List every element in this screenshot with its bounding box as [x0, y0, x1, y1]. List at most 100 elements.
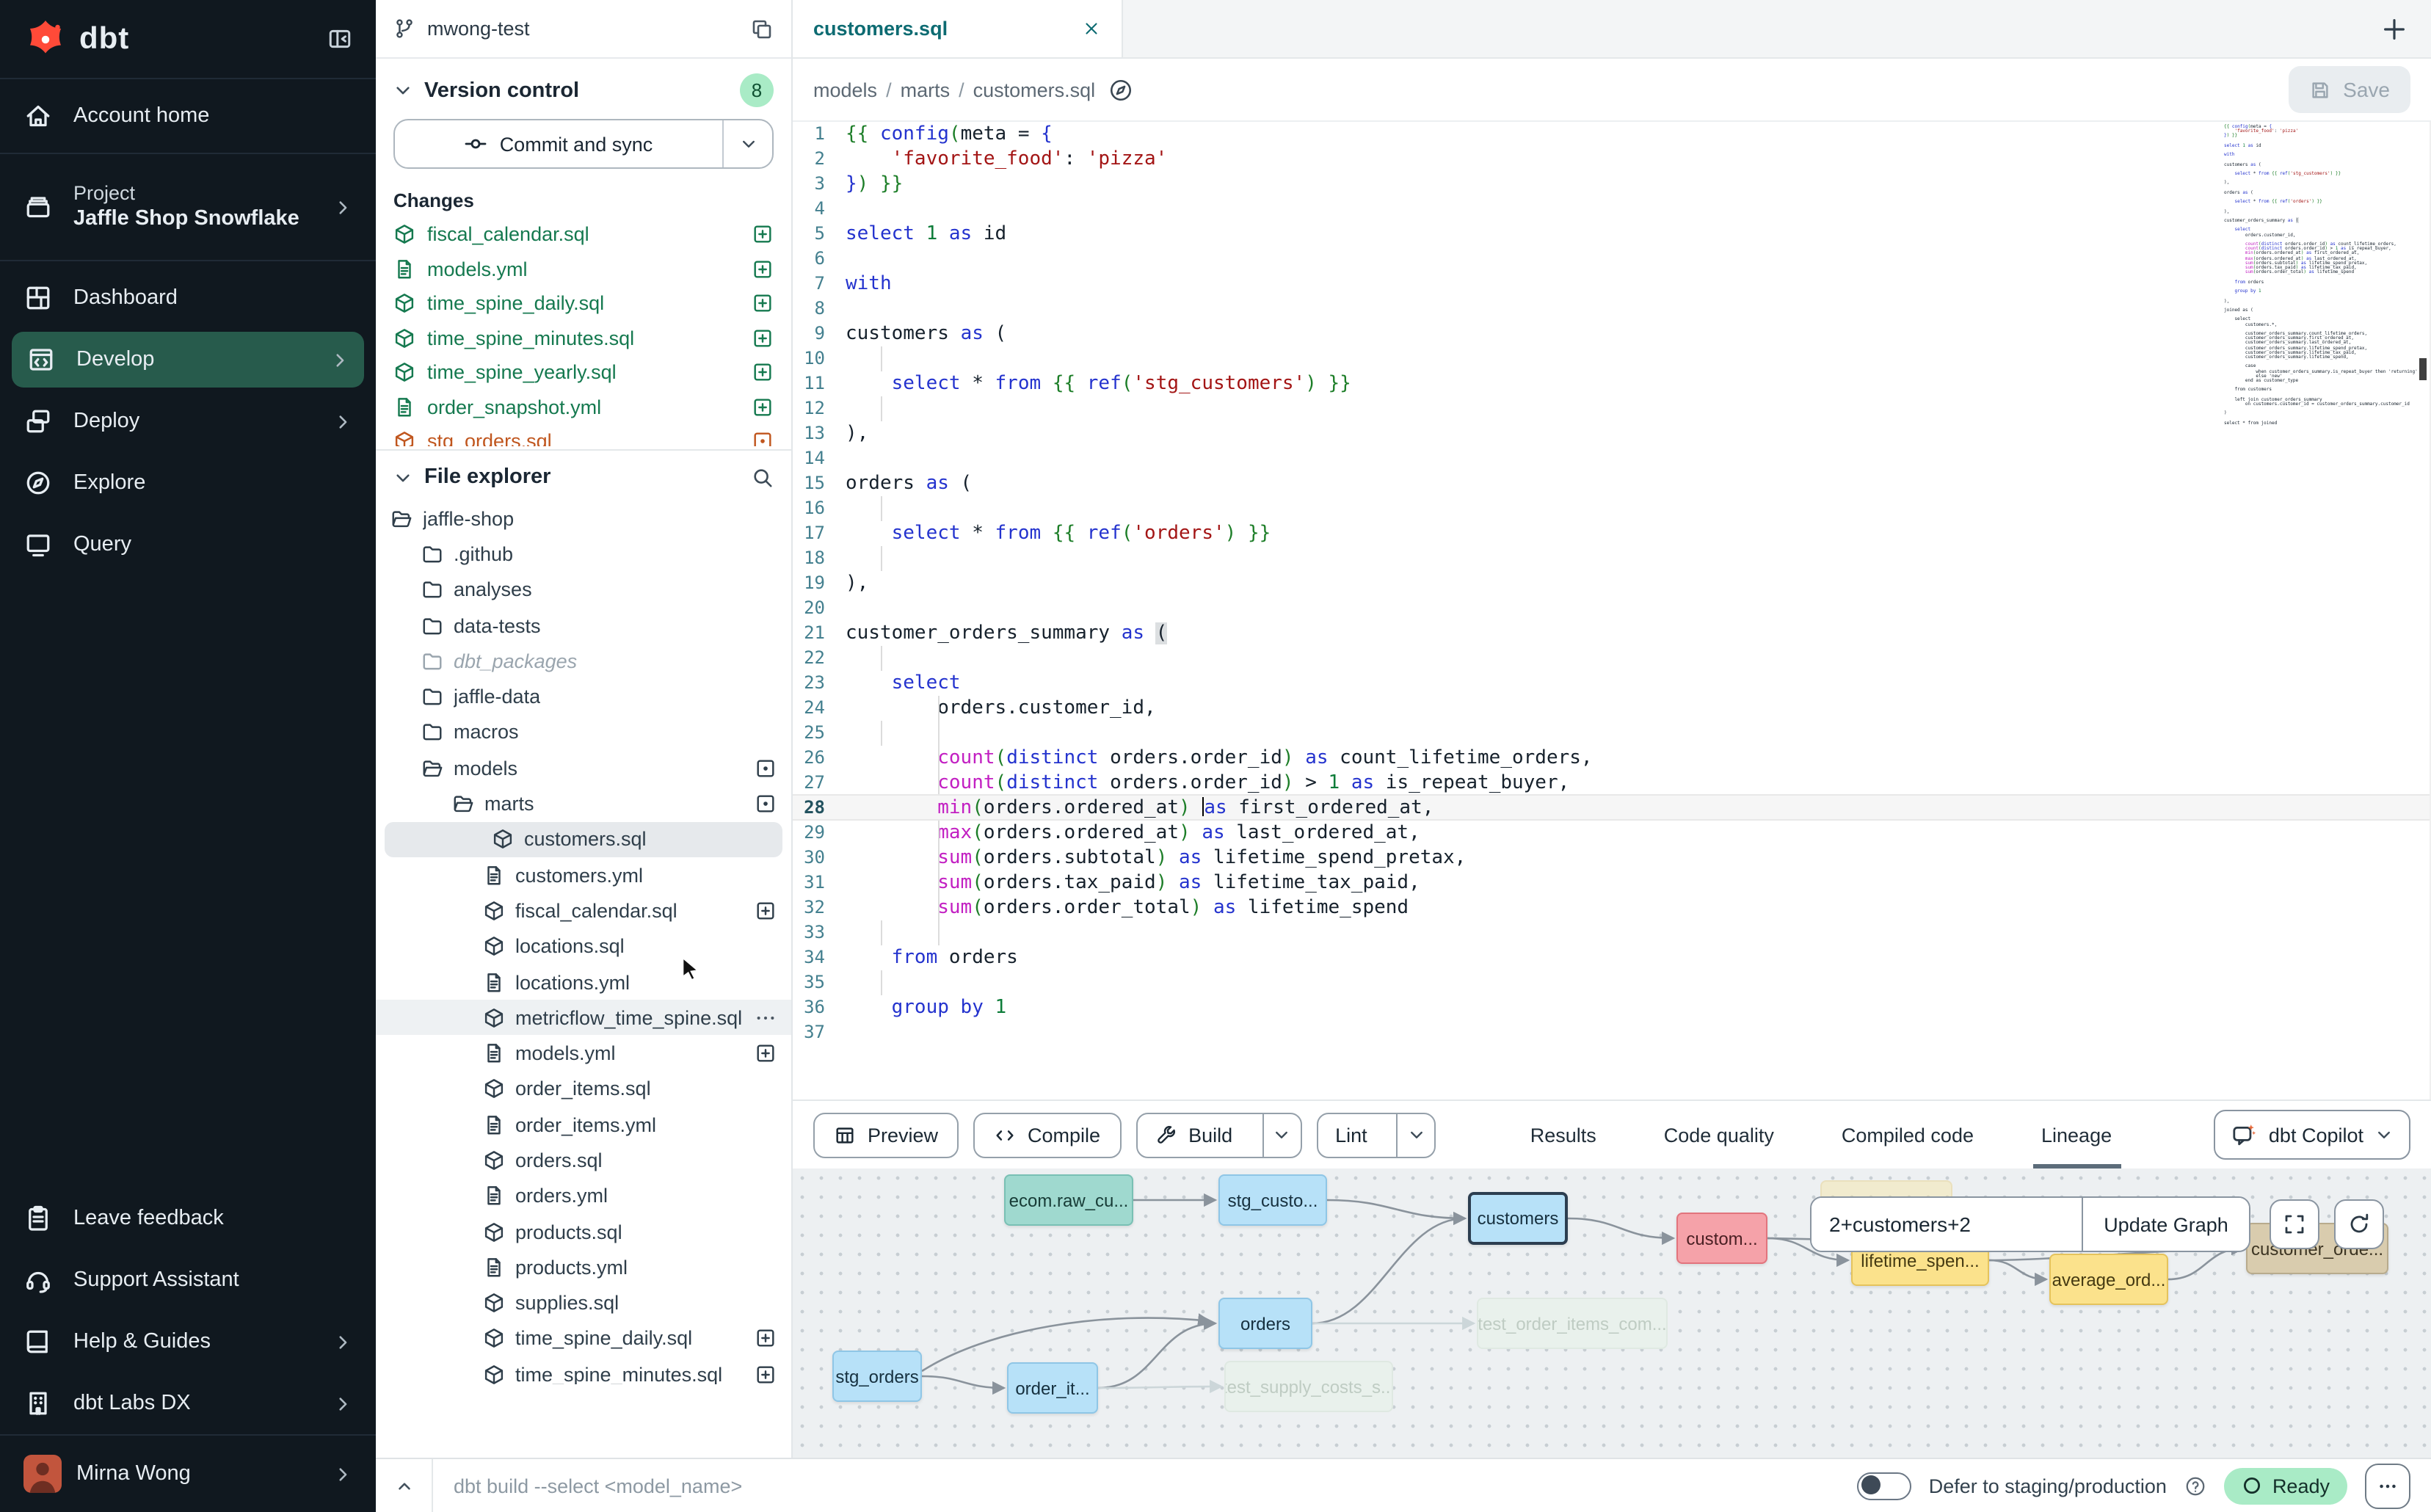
breadcrumb-file[interactable]: customers.sql — [973, 79, 1096, 101]
code-line-30[interactable]: 30 sum(orders.subtotal) as lifetime_spen… — [793, 846, 2430, 871]
new-tab-icon[interactable] — [2381, 15, 2408, 42]
tree-file-orders-yml[interactable]: orders.yml — [376, 1178, 791, 1214]
update-graph-button[interactable]: Update Graph — [2082, 1198, 2249, 1251]
lineage-node-stg_orders[interactable]: stg_orders — [832, 1351, 922, 1402]
breadcrumb-marts[interactable]: marts — [901, 79, 951, 101]
code-editor[interactable]: 1{{ config(meta = {2 'favorite_food': 'p… — [793, 122, 2431, 1100]
change-item[interactable]: time_spine_yearly.sql — [376, 355, 791, 390]
code-line-36[interactable]: 36 group by 1 — [793, 995, 2430, 1020]
tree-file-order-items-sql[interactable]: order_items.sql — [376, 1072, 791, 1108]
code-line-32[interactable]: 32 sum(orders.order_total) as lifetime_s… — [793, 895, 2430, 920]
code-line-2[interactable]: 2 'favorite_food': 'pizza' — [793, 147, 2430, 172]
lineage-compass-icon[interactable] — [1108, 77, 1133, 102]
sidebar-item-develop[interactable]: Develop — [12, 332, 364, 388]
tree-file-products-yml[interactable]: products.yml — [376, 1249, 791, 1285]
code-line-16[interactable]: 16 — [793, 496, 2430, 521]
lint-dropdown[interactable] — [1397, 1113, 1435, 1156]
change-item[interactable]: order_snapshot.yml — [376, 390, 791, 424]
more-options-button[interactable] — [2365, 1463, 2410, 1508]
expand-command-bar-icon[interactable] — [376, 1459, 433, 1512]
build-dropdown[interactable] — [1262, 1113, 1300, 1156]
sidebar-item-query[interactable]: Query — [0, 514, 376, 575]
code-line-33[interactable]: 33 — [793, 920, 2430, 945]
sidebar-item-deploy[interactable]: Deploy — [0, 390, 376, 452]
lint-button[interactable]: Lint — [1316, 1112, 1436, 1157]
code-line-24[interactable]: 24 orders.customer_id, — [793, 696, 2430, 721]
tree-folder-macros[interactable]: macros — [376, 715, 791, 751]
compile-button[interactable]: Compile — [973, 1112, 1121, 1157]
code-line-14[interactable]: 14 — [793, 446, 2430, 471]
lineage-node-test_supply[interactable]: test_supply_costs_s... — [1224, 1361, 1393, 1412]
tree-file-metricflow-time-spine-sql[interactable]: metricflow_time_spine.sql — [376, 1000, 791, 1036]
tree-file-fiscal-calendar-sql[interactable]: fiscal_calendar.sql — [376, 893, 791, 929]
sidebar-item-support-assistant[interactable]: Support Assistant — [0, 1249, 376, 1311]
tree-folder-marts[interactable]: marts — [376, 786, 791, 822]
kebab-menu-icon[interactable] — [755, 1007, 777, 1029]
lineage-graph[interactable]: ecom.raw_cu...stg_custo...customerscusto… — [793, 1168, 2431, 1458]
tree-file-orders-sql[interactable]: orders.sql — [376, 1143, 791, 1179]
code-line-22[interactable]: 22 — [793, 646, 2430, 671]
tab-customers-sql[interactable]: customers.sql — [793, 0, 1123, 57]
editor-minimap[interactable]: {{ config(meta = { 'favorite_food': 'piz… — [2224, 125, 2333, 426]
sidebar-item-dbt-labs-dx[interactable]: dbt Labs DX — [0, 1373, 376, 1434]
code-line-25[interactable]: 25 — [793, 721, 2430, 746]
sidebar-item-leave-feedback[interactable]: Leave feedback — [0, 1188, 376, 1249]
code-line-34[interactable]: 34 from orders — [793, 945, 2430, 970]
change-item[interactable]: time_spine_daily.sql — [376, 286, 791, 321]
tree-file-customers-sql[interactable]: customers.sql — [385, 821, 782, 857]
editor-scrollbar[interactable] — [2419, 358, 2427, 380]
refresh-graph-button[interactable] — [2334, 1199, 2384, 1249]
tree-file-time-spine-daily-sql[interactable]: time_spine_daily.sql — [376, 1321, 791, 1357]
code-line-6[interactable]: 6 — [793, 247, 2430, 272]
sidebar-item-help-guides[interactable]: Help & Guides — [0, 1311, 376, 1373]
commit-and-sync-button[interactable]: Commit and sync — [393, 119, 774, 169]
preview-button[interactable]: Preview — [813, 1112, 959, 1157]
lineage-node-average[interactable]: average_ord... — [2049, 1254, 2168, 1305]
code-line-5[interactable]: 5select 1 as id — [793, 222, 2430, 247]
lineage-node-order_items[interactable]: order_it... — [1007, 1362, 1098, 1414]
help-icon[interactable] — [2184, 1475, 2206, 1497]
chevron-down-icon[interactable] — [393, 468, 413, 487]
code-line-18[interactable]: 18 — [793, 546, 2430, 571]
code-line-7[interactable]: 7with — [793, 272, 2430, 297]
tree-folder-dbt-packages[interactable]: dbt_packages — [376, 643, 791, 679]
save-button[interactable]: Save — [2289, 66, 2410, 113]
code-line-11[interactable]: 11 select * from {{ ref('stg_customers')… — [793, 371, 2430, 396]
code-line-20[interactable]: 20 — [793, 596, 2430, 621]
change-item[interactable]: models.yml — [376, 252, 791, 286]
tree-folder--github[interactable]: .github — [376, 537, 791, 573]
code-line-15[interactable]: 15orders as ( — [793, 471, 2430, 496]
code-line-13[interactable]: 13), — [793, 421, 2430, 446]
change-item[interactable]: fiscal_calendar.sql — [376, 217, 791, 252]
code-line-10[interactable]: 10 — [793, 346, 2430, 371]
code-line-17[interactable]: 17 select * from {{ ref('orders') }} — [793, 521, 2430, 546]
change-item[interactable]: time_spine_minutes.sql — [376, 321, 791, 355]
code-line-1[interactable]: 1{{ config(meta = { — [793, 122, 2430, 147]
code-line-27[interactable]: 27 count(distinct orders.order_id) > 1 a… — [793, 771, 2430, 796]
code-line-3[interactable]: 3}) }} — [793, 172, 2430, 197]
code-line-35[interactable]: 35 — [793, 970, 2430, 995]
code-line-28[interactable]: 28 min(orders.ordered_at) as first_order… — [793, 794, 2430, 821]
tree-file-customers-yml[interactable]: customers.yml — [376, 857, 791, 893]
code-line-31[interactable]: 31 sum(orders.tax_paid) as lifetime_tax_… — [793, 871, 2430, 895]
code-line-8[interactable]: 8 — [793, 297, 2430, 321]
lineage-node-custom[interactable]: custom... — [1676, 1213, 1767, 1264]
code-line-4[interactable]: 4 — [793, 197, 2430, 222]
code-line-29[interactable]: 29 max(orders.ordered_at) as last_ordere… — [793, 821, 2430, 846]
code-line-21[interactable]: 21customer_orders_summary as ( — [793, 621, 2430, 646]
tree-file-time-spine-minutes-sql[interactable]: time_spine_minutes.sql — [376, 1356, 791, 1384]
lineage-node-test_order_items[interactable]: test_order_items_com... — [1477, 1298, 1668, 1349]
tree-folder-models[interactable]: models — [376, 750, 791, 786]
breadcrumb-models[interactable]: models — [813, 79, 877, 101]
copy-branch-icon[interactable] — [750, 17, 774, 40]
build-button[interactable]: Build — [1135, 1112, 1301, 1157]
code-line-23[interactable]: 23 select — [793, 671, 2430, 696]
tree-file-supplies-sql[interactable]: supplies.sql — [376, 1285, 791, 1321]
tree-folder-jaffle-data[interactable]: jaffle-data — [376, 679, 791, 715]
change-item[interactable]: stg_orders.sql — [376, 424, 791, 446]
fullscreen-button[interactable] — [2270, 1199, 2319, 1249]
close-tab-icon[interactable] — [1082, 19, 1101, 38]
tree-file-locations-yml[interactable]: locations.yml — [376, 964, 791, 1000]
code-line-26[interactable]: 26 count(distinct orders.order_id) as co… — [793, 746, 2430, 771]
chevron-down-icon[interactable] — [393, 81, 413, 100]
